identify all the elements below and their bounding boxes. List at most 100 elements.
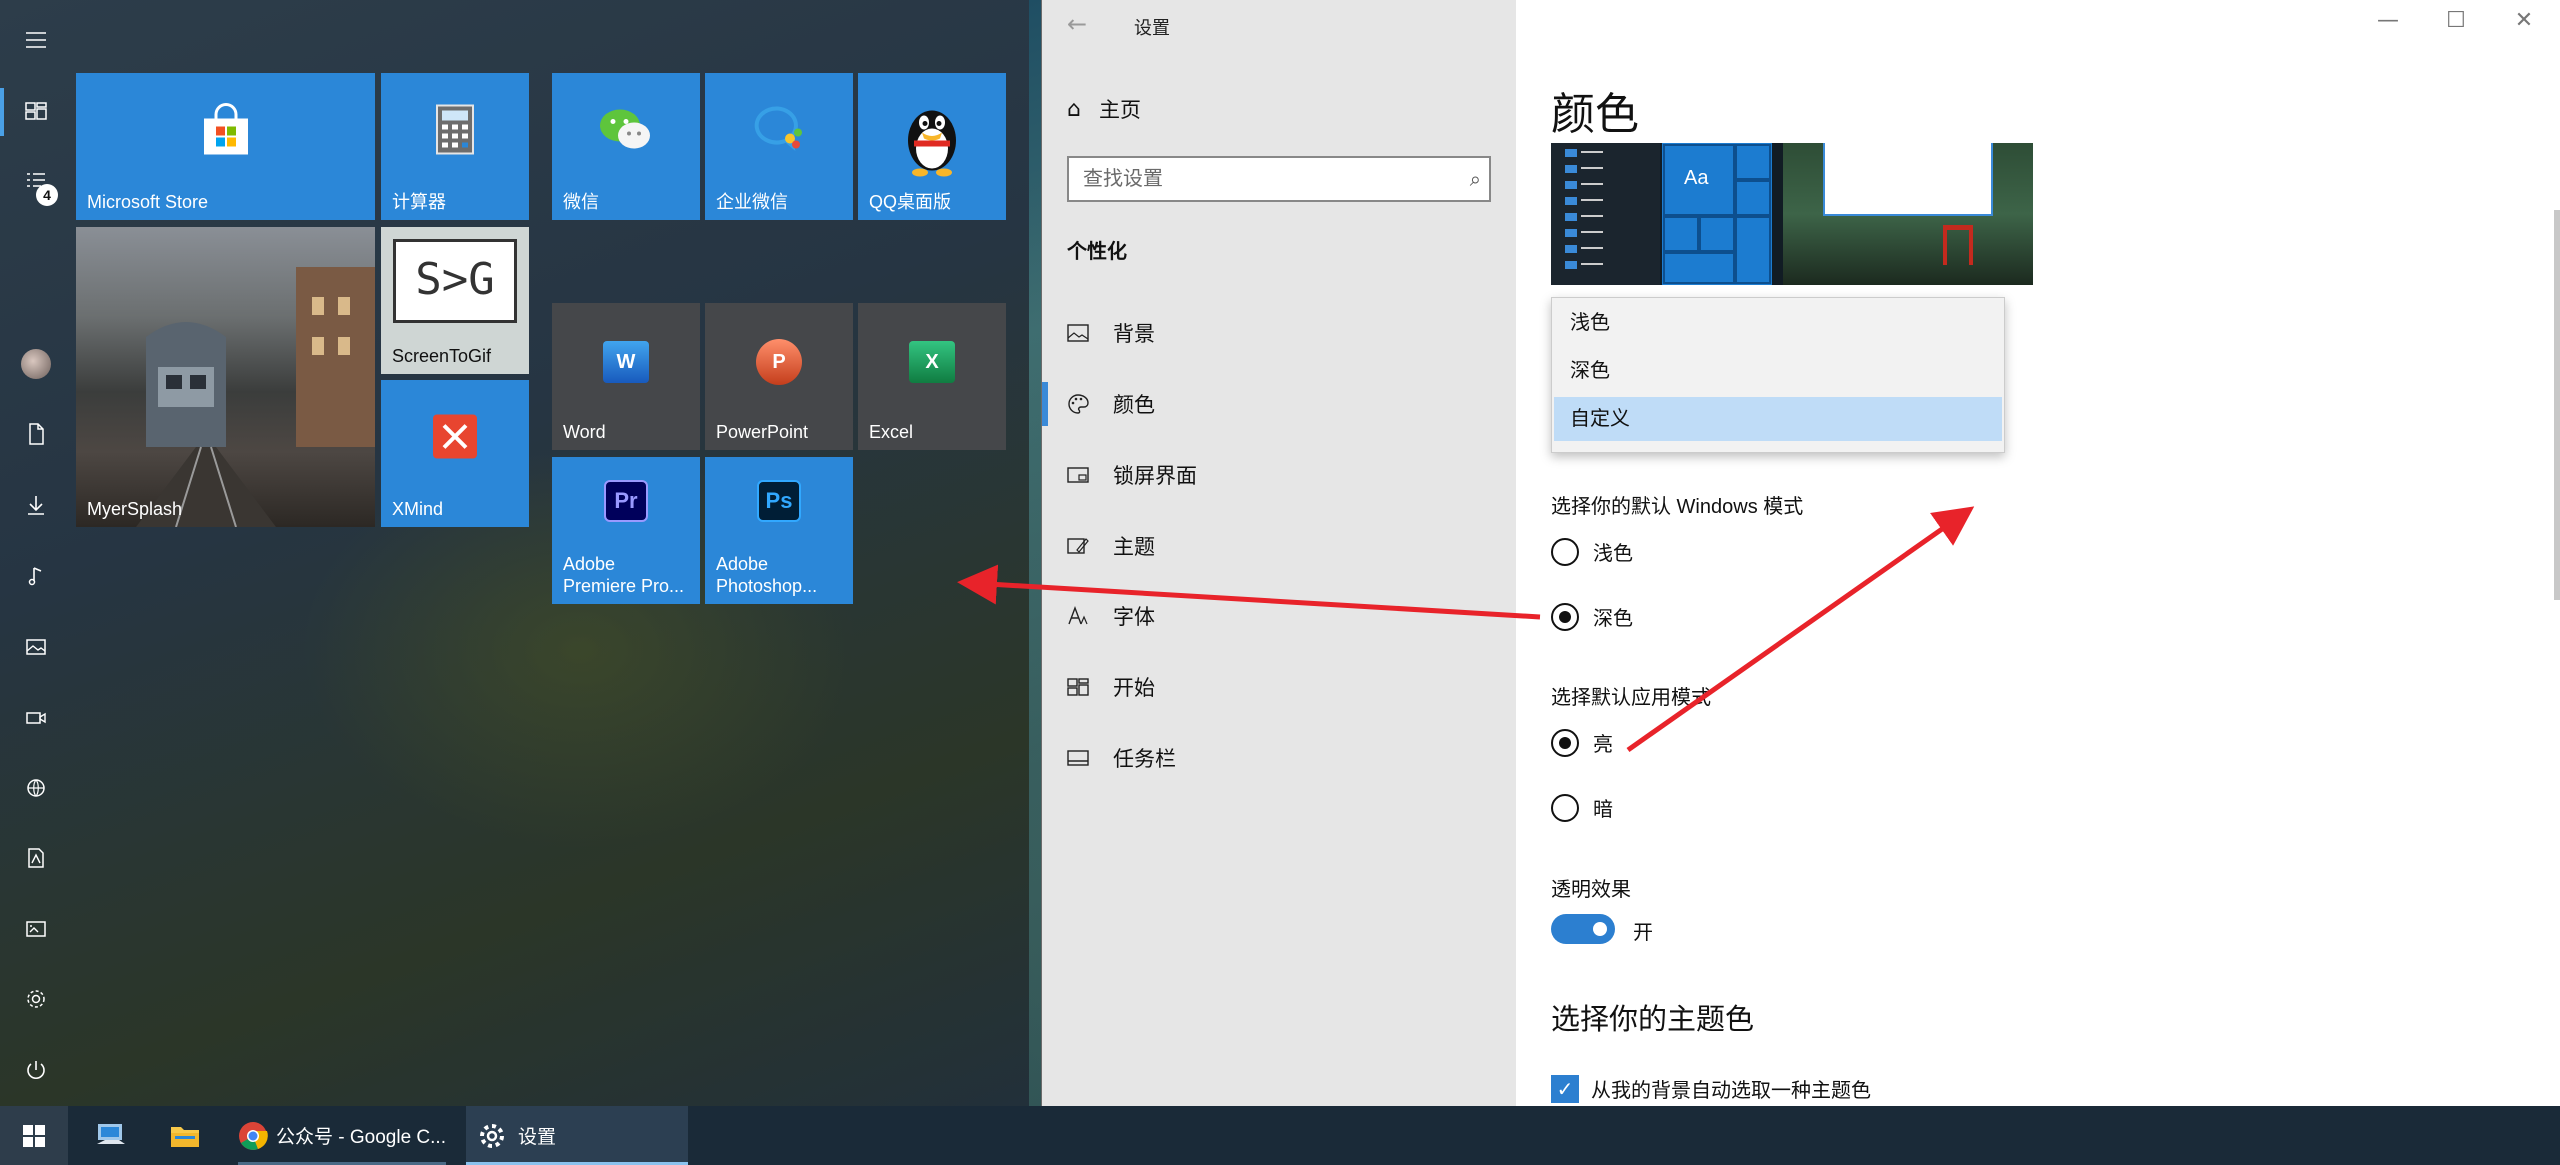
premiere-icon: Pr — [604, 480, 648, 523]
tile-xmind[interactable]: XMind — [381, 380, 529, 527]
tile-wechat[interactable]: 微信 — [552, 73, 700, 220]
transparency-toggle[interactable] — [1551, 914, 1615, 944]
tile-myersplash[interactable]: MyerSplash — [76, 227, 375, 527]
download-icon[interactable] — [18, 487, 54, 523]
taskbar: 公众号 - Google C... 设置 — [0, 1106, 2560, 1165]
settings-window: ⌂ 主页 查找设置 ⌕ 个性化 背景 颜色 锁屏界面 主题 字体 开始 任务栏 … — [1041, 0, 2560, 1106]
title-bar: ← 设置 — ☐ ✕ — [1042, 0, 2560, 50]
checkmark-icon: ✓ — [1551, 1074, 1579, 1103]
power-icon[interactable] — [18, 1052, 54, 1088]
xmind-icon — [432, 413, 478, 464]
nav-item-colors[interactable]: 颜色 — [1067, 389, 1155, 419]
dropdown-option-dark[interactable]: 深色 — [1554, 349, 2002, 393]
taskbar-label: 公众号 - Google C... — [276, 1127, 446, 1148]
photo-tile — [136, 267, 375, 527]
settings-sidebar: ⌂ 主页 查找设置 ⌕ 个性化 背景 颜色 锁屏界面 主题 字体 开始 任务栏 — [1042, 0, 1516, 1106]
preview-torii — [1943, 225, 1973, 265]
nav-item-themes[interactable]: 主题 — [1067, 531, 1155, 561]
home-link[interactable]: ⌂ 主页 — [1067, 94, 1141, 124]
font-icon — [1067, 604, 1113, 628]
wecom-icon — [752, 104, 806, 159]
nav-label: 颜色 — [1113, 394, 1155, 417]
taskbar-settings[interactable]: 设置 — [466, 1106, 688, 1165]
tiles-view-icon[interactable] — [18, 93, 54, 129]
document-icon[interactable] — [18, 416, 54, 452]
radio-label: 浅色 — [1593, 543, 1633, 565]
tile-screentogif[interactable]: S>G ScreenToGif — [381, 227, 529, 374]
rail-active-indicator — [0, 88, 4, 136]
radio-circle — [1551, 728, 1579, 757]
pictures-icon[interactable] — [18, 629, 54, 665]
search-placeholder: 查找设置 — [1083, 168, 1163, 190]
start-icon — [1067, 675, 1113, 699]
dropdown-option-light[interactable]: 浅色 — [1554, 301, 2002, 345]
scrollbar[interactable] — [2554, 210, 2560, 600]
taskbar-chrome[interactable]: 公众号 - Google C... — [230, 1106, 454, 1165]
chrome-icon — [239, 1121, 268, 1150]
auto-accent-checkbox[interactable]: ✓ 从我的背景自动选取一种主题色 — [1551, 1074, 1871, 1103]
nav-label: 开始 — [1113, 677, 1155, 700]
tile-word[interactable]: W Word — [552, 303, 700, 450]
transparency-label: 透明效果 — [1551, 879, 1631, 901]
personal-folder-icon[interactable] — [18, 840, 54, 876]
tile-calculator[interactable]: 计算器 — [381, 73, 529, 220]
notification-badge: 4 — [36, 184, 58, 206]
page-title: 颜色 — [1551, 90, 1639, 139]
search-input[interactable]: 查找设置 ⌕ — [1067, 156, 1491, 202]
radio-circle — [1551, 602, 1579, 631]
app-mode-dark-radio[interactable]: 暗 — [1551, 793, 1613, 822]
color-mode-dropdown[interactable]: 浅色 深色 自定义 — [1551, 297, 2005, 453]
taskbar-desktop-app[interactable] — [86, 1106, 136, 1165]
nav-item-lockscreen[interactable]: 锁屏界面 — [1067, 460, 1197, 490]
tile-premiere-pro[interactable]: Pr Adobe Premiere Pro... — [552, 457, 700, 604]
music-icon[interactable] — [18, 558, 54, 594]
nav-item-background[interactable]: 背景 — [1067, 318, 1155, 348]
network-icon[interactable] — [18, 770, 54, 806]
dropdown-option-custom[interactable]: 自定义 — [1554, 397, 2002, 441]
radio-label: 亮 — [1593, 734, 1613, 756]
palette-icon — [1067, 392, 1113, 416]
maximize-icon[interactable]: ☐ — [2433, 8, 2479, 33]
start-menu: 4 Microsoft Store 计算器 微信 企业微信 QQ桌面版 Myer… — [0, 0, 1029, 1106]
tile-label: 微信 — [563, 192, 599, 212]
taskbar-file-explorer[interactable] — [160, 1106, 210, 1165]
home-icon: ⌂ — [1067, 96, 1081, 122]
calculator-icon — [435, 103, 475, 160]
minimize-icon[interactable]: — — [2365, 8, 2411, 33]
tile-qq[interactable]: QQ桌面版 — [858, 73, 1006, 220]
nav-item-fonts[interactable]: 字体 — [1067, 601, 1155, 631]
hamburger-icon[interactable] — [18, 22, 54, 58]
windows-mode-dark-radio[interactable]: 深色 — [1551, 602, 1633, 631]
user-avatar[interactable] — [21, 349, 51, 379]
theme-preview: Aa — [1551, 143, 2033, 285]
tile-powerpoint[interactable]: P PowerPoint — [705, 303, 853, 450]
tile-label: MyerSplash — [87, 499, 183, 519]
gallery-icon[interactable] — [18, 911, 54, 947]
tile-wecom[interactable]: 企业微信 — [705, 73, 853, 220]
nav-label: 主题 — [1113, 536, 1155, 559]
settings-gear-icon[interactable] — [18, 981, 54, 1017]
tile-label: QQ桌面版 — [869, 192, 952, 212]
start-button[interactable] — [0, 1106, 68, 1165]
preview-tile-text: Aa — [1684, 167, 1709, 189]
tile-label: XMind — [392, 499, 444, 519]
back-arrow-icon[interactable]: ← — [1067, 10, 1087, 38]
nav-label: 背景 — [1113, 323, 1155, 346]
tile-photoshop[interactable]: Ps Adobe Photoshop... — [705, 457, 853, 604]
radio-circle — [1551, 537, 1579, 566]
close-icon[interactable]: ✕ — [2501, 8, 2547, 33]
tile-microsoft-store[interactable]: Microsoft Store — [76, 73, 375, 220]
nav-item-taskbar[interactable]: 任务栏 — [1067, 743, 1176, 773]
lockscreen-icon — [1067, 463, 1113, 487]
video-icon[interactable] — [18, 700, 54, 736]
picture-icon — [1067, 321, 1113, 345]
windows-mode-light-radio[interactable]: 浅色 — [1551, 537, 1633, 566]
tile-excel[interactable]: X Excel — [858, 303, 1006, 450]
nav-item-start[interactable]: 开始 — [1067, 672, 1155, 702]
transparency-state: 开 — [1633, 922, 1653, 944]
powerpoint-icon: P — [756, 338, 802, 385]
search-icon[interactable]: ⌕ — [1470, 158, 1481, 200]
app-mode-light-radio[interactable]: 亮 — [1551, 728, 1613, 757]
taskbar-icon — [1067, 746, 1113, 770]
word-icon: W — [603, 340, 649, 383]
